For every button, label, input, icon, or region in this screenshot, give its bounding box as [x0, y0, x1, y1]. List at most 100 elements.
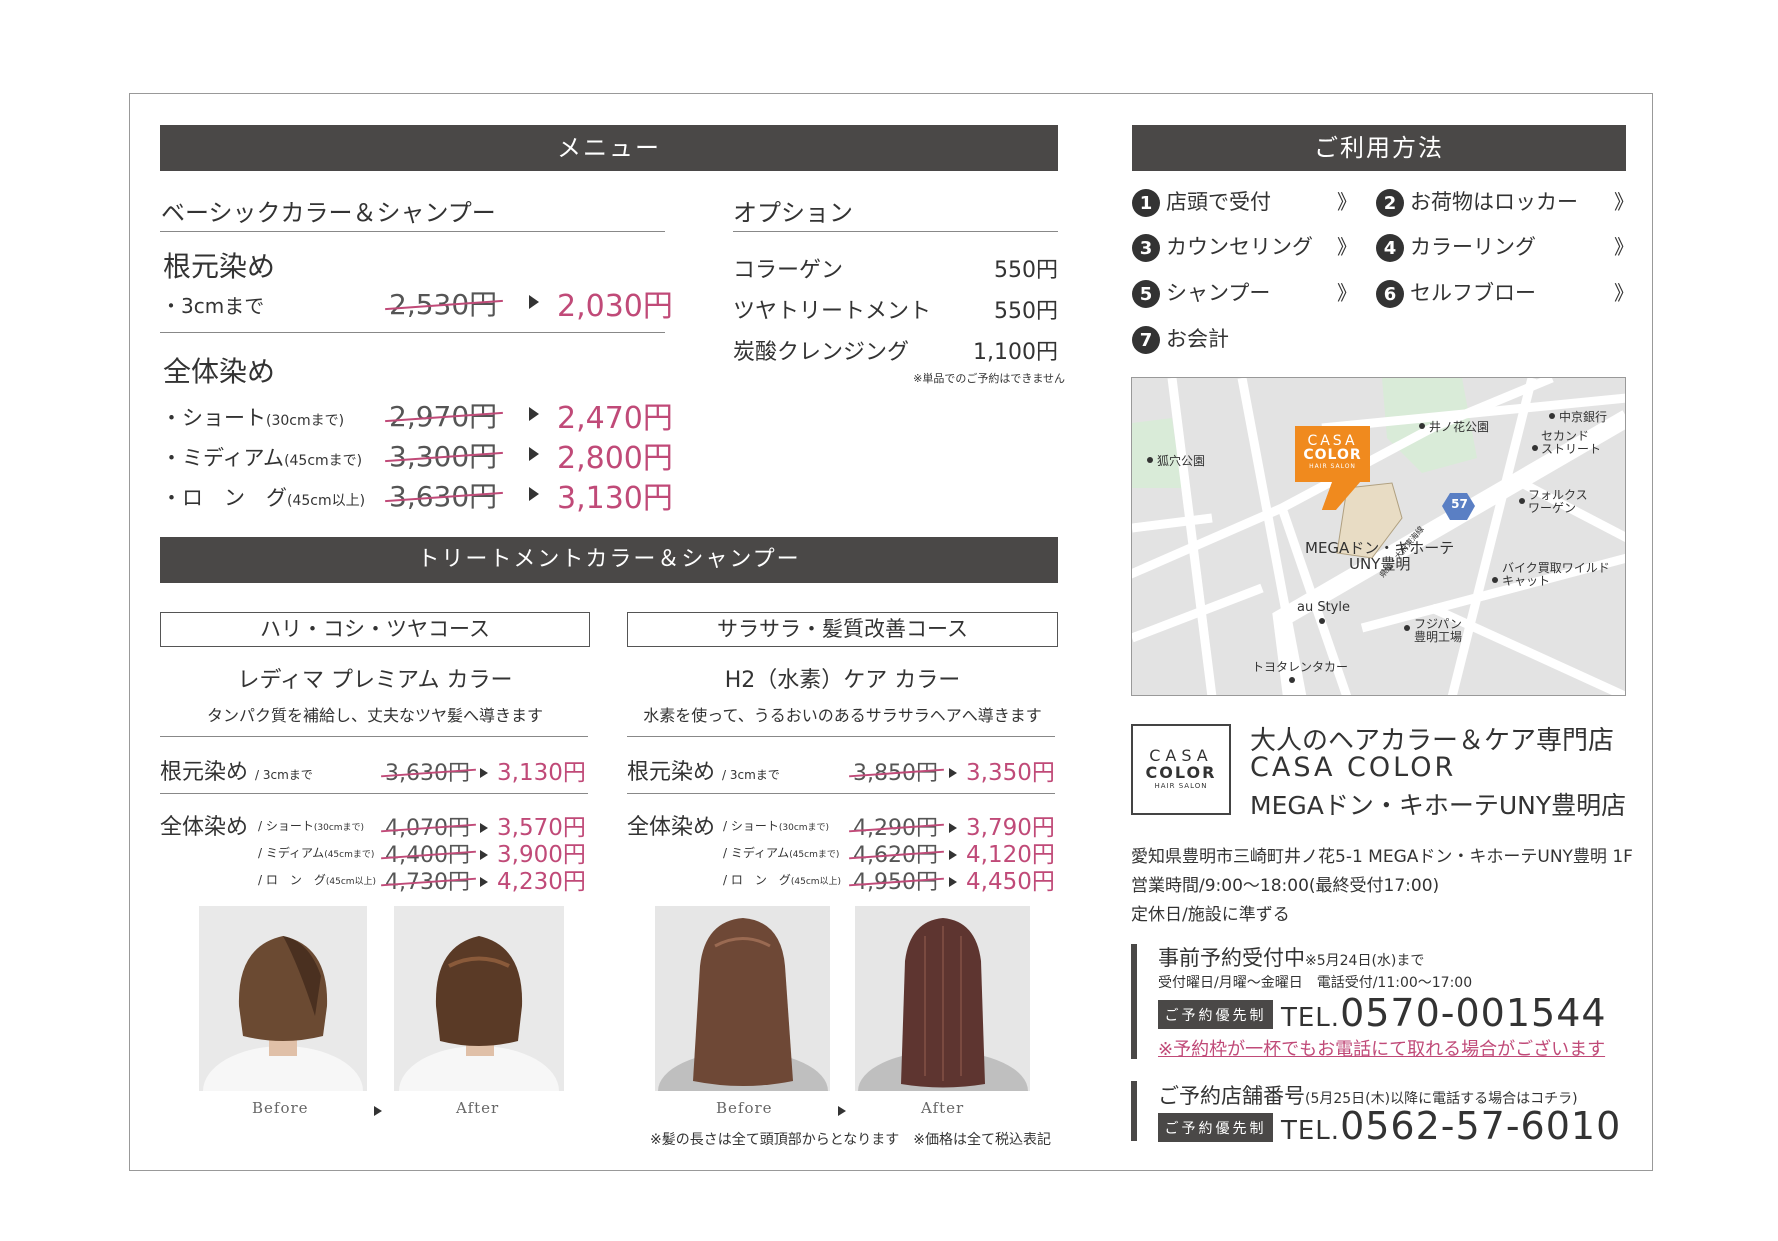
option-gloss: ツヤトリートメント — [733, 299, 932, 324]
course1-full-long-new: 4,230円 — [497, 869, 586, 895]
full-short-new: 2,470円 — [557, 401, 673, 436]
map-label-fujipan: フジパン 豊明工場 — [1414, 617, 1463, 644]
course1-root-old: 3,630円 — [385, 755, 470, 787]
full-medium-label: ・ミディアム(45cmまで) — [161, 446, 363, 470]
reserve-days: 受付曜日/月曜〜金曜日 電話受付/11:00〜17:00 — [1158, 975, 1473, 991]
root-dye-label: ・3cmまで — [161, 294, 265, 318]
course2-before-photo — [655, 906, 830, 1091]
course1-after-caption: After — [456, 1099, 500, 1117]
price-arrow — [529, 294, 539, 313]
map-route-number: 57 — [1451, 497, 1468, 511]
shop-name: CASA COLOR — [1250, 752, 1457, 783]
usage-step-6: 6 セルフブロー — [1376, 277, 1536, 308]
option-heading: オプション — [733, 199, 853, 227]
divider — [160, 736, 588, 737]
course2-root-label: 根元染め / 3cmまで — [627, 760, 780, 785]
course1-name: レディマ プレミアム カラー — [237, 668, 513, 693]
step-arrow-icon: 》 — [1337, 235, 1357, 259]
before-after-arrow — [838, 1101, 846, 1120]
full-short-old: 2,970円 — [389, 395, 497, 435]
course1-before-caption: Before — [252, 1099, 309, 1117]
course2-desc: 水素を使って、うるおいのあるサラサラヘアへ導きます — [643, 706, 1042, 725]
menu-header: メニュー — [160, 125, 1058, 171]
usage-step-2: 2 お荷物はロッカー — [1376, 186, 1578, 217]
map-label-kitsune: 狐穴公園 — [1157, 454, 1206, 468]
course1-desc: タンパク質を補給し、丈夫なツヤ髪へ導きます — [206, 706, 543, 725]
option-collagen-price: 550円 — [994, 258, 1058, 283]
step-arrow-icon: 》 — [1337, 190, 1357, 214]
price-arrow — [480, 818, 488, 837]
usage-step-5: 5 シャンプー — [1132, 277, 1270, 308]
map-salon-marker: CASA COLOR HAIR SALON — [1295, 426, 1370, 482]
course1-full-long-old: 4,730円 — [385, 864, 470, 896]
course1-full-medium: / ミディアム(45cmまで) — [258, 846, 375, 860]
reserve-side-bar — [1131, 944, 1137, 1059]
price-arrow — [529, 406, 539, 425]
course2-root-new: 3,350円 — [966, 760, 1055, 786]
map-label-second: セカンド ストリート — [1541, 429, 1602, 456]
price-arrow — [480, 845, 488, 864]
reserve-warning: ※予約枠が一杯でもお電話にて取れる場合がございます — [1158, 1039, 1606, 1060]
root-dye-new-price: 2,030円 — [557, 289, 673, 324]
course2-full-short: / ショート(30cmまで) — [723, 819, 830, 833]
full-dye-title: 全体染め — [163, 355, 276, 388]
shop-logo: CASA COLOR HAIR SALON — [1131, 724, 1231, 815]
option-carbonated: 炭酸クレンジング — [733, 340, 910, 365]
divider — [733, 231, 1058, 232]
root-dye-title: 根元染め — [163, 250, 276, 283]
store-phone[interactable]: TEL.0562-57-6010 — [1281, 1104, 1621, 1148]
shop-address: 愛知県豊明市三崎町井ノ花5-1 MEGAドン・キホーテUNY豊明 1F — [1131, 847, 1633, 867]
course2-full-long: / ロ ン グ(45cm以上) — [723, 873, 842, 887]
divider — [627, 793, 1055, 794]
map-label-mega: MEGAドン・キホーテ UNY豊明 — [1305, 539, 1455, 573]
course1-after-photo — [394, 906, 564, 1091]
price-arrow — [949, 845, 957, 864]
course1-before-photo — [199, 906, 367, 1091]
course1-full-short: / ショート(30cmまで) — [258, 819, 365, 833]
reserve-phone[interactable]: TEL.0570-001544 — [1281, 991, 1607, 1035]
full-short-label: ・ショート(30cmまで) — [161, 406, 345, 430]
map-label-vw: フォルクス ワーゲン — [1528, 488, 1588, 515]
map-label-bike: バイク買取ワイルド キャット — [1502, 561, 1610, 588]
course2-after-photo — [855, 906, 1030, 1091]
divider — [160, 231, 665, 232]
price-arrow — [949, 763, 957, 782]
full-medium-new: 2,800円 — [557, 441, 673, 476]
course1-full-long: / ロ ン グ(45cm以上) — [258, 873, 377, 887]
course2-after-caption: After — [921, 1099, 965, 1117]
option-note: ※単品でのご予約はできません — [913, 372, 1065, 385]
usage-step-3: 3 カウンセリング — [1132, 231, 1313, 262]
shop-branch: MEGAドン・キホーテUNY豊明店 — [1250, 791, 1627, 820]
footnote: ※髪の長さは全て頭頂部からとなります ※価格は全て税込表記 — [650, 1132, 1052, 1148]
option-gloss-price: 550円 — [994, 299, 1058, 324]
course2-root-old: 3,850円 — [853, 755, 938, 787]
course1-root-label: 根元染め / 3cmまで — [160, 760, 313, 785]
usage-step-7: 7 お会計 — [1132, 323, 1229, 354]
course2-before-caption: Before — [716, 1099, 773, 1117]
usage-step-4: 4 カラーリング — [1376, 231, 1536, 262]
store-badge: ご予約優先制 — [1158, 1113, 1273, 1142]
course2-full-label: 全体染め — [627, 815, 716, 840]
course1-full-label: 全体染め — [160, 815, 249, 840]
usage-step-1: 1 店頭で受付 — [1132, 186, 1271, 217]
step-arrow-icon: 》 — [1614, 235, 1634, 259]
course2-full-long-new: 4,450円 — [966, 869, 1055, 895]
before-after-arrow — [374, 1101, 382, 1120]
course2-box: サラサラ・髪質改善コース — [627, 612, 1058, 647]
price-arrow — [949, 818, 957, 837]
option-collagen: コラーゲン — [733, 258, 844, 283]
reserve-title: 事前予約受付中※5月24日(水)まで — [1158, 946, 1425, 970]
basic-heading: ベーシックカラー＆シャンプー — [161, 199, 496, 227]
full-long-label: ・ロ ン グ(45cm以上) — [161, 486, 366, 510]
step-arrow-icon: 》 — [1614, 190, 1634, 214]
course2-name: H2（水素）ケア カラー — [724, 668, 961, 693]
price-arrow — [949, 872, 957, 891]
step-arrow-icon: 》 — [1614, 281, 1634, 305]
map-label-au: au Style — [1297, 600, 1350, 615]
full-medium-old: 3,300円 — [389, 435, 497, 475]
divider — [627, 736, 1055, 737]
full-long-new: 3,130円 — [557, 481, 673, 516]
map-label-toyota: トヨタレンタカー — [1252, 660, 1349, 674]
course2-full-medium: / ミディアム(45cmまで) — [723, 846, 840, 860]
root-dye-old-price: 2,530円 — [389, 283, 497, 323]
